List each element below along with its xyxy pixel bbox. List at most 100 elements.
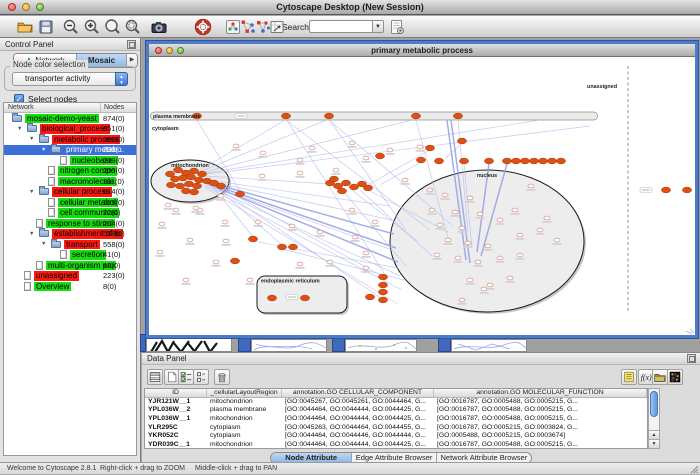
network-node[interactable] <box>517 233 523 237</box>
table-cell[interactable]: [GO:0044464, GO:0044444, GO:0044425, G..… <box>282 441 434 449</box>
network-node[interactable] <box>538 158 547 164</box>
network-node[interactable] <box>425 145 434 151</box>
network-node[interactable] <box>248 236 257 242</box>
table-cell[interactable]: [GO:0016787, GO:0005488, GO:0005215, G..… <box>434 398 647 407</box>
float-panel-icon[interactable] <box>127 40 136 49</box>
network-tree-row[interactable]: cell communicat22(0) <box>4 208 136 219</box>
table-column-header[interactable]: ID <box>145 389 207 397</box>
network-node[interactable] <box>507 276 513 280</box>
network-node[interactable] <box>297 158 303 162</box>
network-node[interactable] <box>661 187 670 193</box>
network-tree-row[interactable]: macromolecule311(0) <box>4 176 136 187</box>
network-node[interactable] <box>512 208 518 212</box>
scroll-down-icon[interactable]: ▼ <box>649 439 659 448</box>
network-node[interactable] <box>230 258 239 264</box>
tree-row-label[interactable]: Overview <box>34 282 71 292</box>
network-node[interactable] <box>193 206 199 210</box>
table-cell[interactable]: YPL036W__2 <box>145 406 207 415</box>
scroll-up-icon[interactable]: ▲ <box>649 430 659 439</box>
network-node[interactable] <box>178 175 187 181</box>
network-node[interactable] <box>223 239 229 243</box>
network-tree-row[interactable]: cellular metabol209(0) <box>4 197 136 208</box>
network-node[interactable] <box>556 158 565 164</box>
network-node[interactable] <box>349 208 355 212</box>
network-node[interactable] <box>255 220 261 224</box>
network-node[interactable] <box>183 278 189 282</box>
network-node[interactable] <box>288 244 297 250</box>
network-node[interactable] <box>297 262 303 266</box>
table-cell[interactable]: [GO:0005488, GO:0005215, GO:0003674] <box>434 432 647 441</box>
network-tree-row[interactable]: mosaic-demo-yeast874(0) <box>4 113 136 124</box>
network-node[interactable] <box>427 188 433 192</box>
network-node[interactable] <box>378 289 387 295</box>
network-node[interactable] <box>259 174 265 178</box>
table-row[interactable]: YJR121W__1mitochondrion[GO:0045267, GO:0… <box>145 398 647 407</box>
table-cell[interactable]: [GO:0016787, GO:0005488, GO:0005215, G..… <box>434 441 647 449</box>
zoom-in-icon[interactable] <box>83 18 101 36</box>
network-node[interactable] <box>378 274 387 280</box>
network-node[interactable] <box>222 220 228 224</box>
network-node[interactable] <box>402 178 408 182</box>
network-tree-row[interactable]: nucleobase-209(0) <box>4 155 136 166</box>
network-node[interactable] <box>216 183 225 189</box>
network-node[interactable] <box>485 244 491 248</box>
table-column-header[interactable]: _cellularLayoutRegion <box>207 389 282 397</box>
network-node[interactable] <box>289 224 295 228</box>
network-tree-row[interactable]: ▼primary metabo209(... <box>4 145 136 156</box>
node-color-dropdown[interactable]: transporter activity ▲▼ <box>12 72 128 86</box>
search-input[interactable] <box>309 20 373 33</box>
network-node[interactable] <box>333 168 339 172</box>
network-node[interactable] <box>511 158 520 164</box>
table-cell[interactable]: mitochondrion <box>207 441 282 449</box>
network-node[interactable] <box>173 208 179 212</box>
network-node[interactable] <box>459 158 468 164</box>
network-node[interactable] <box>417 145 423 149</box>
network-node[interactable] <box>194 177 203 183</box>
table-cell[interactable]: YKR052C <box>145 432 207 441</box>
tree-row-label[interactable]: biological_process <box>40 124 110 134</box>
zoom-out-icon[interactable] <box>62 18 80 36</box>
network-tree-row[interactable]: unassigned223(0) <box>4 271 136 282</box>
network-node[interactable] <box>159 222 165 226</box>
network-node[interactable] <box>218 194 224 198</box>
network-node[interactable] <box>166 182 175 188</box>
network-tree-row[interactable]: ▼cellular process614(0) <box>4 187 136 198</box>
network-tree-row[interactable]: ▼establishment of lo558(0) <box>4 229 136 240</box>
help-icon[interactable] <box>194 18 212 36</box>
network-node[interactable] <box>445 238 451 242</box>
network-node[interactable] <box>300 295 309 301</box>
table-cell[interactable]: mitochondrion <box>207 415 282 424</box>
attribute-form-icon[interactable] <box>621 369 637 385</box>
table-row[interactable]: YKR052Ccytoplasm[GO:0044464, GO:0044446,… <box>145 432 647 441</box>
network-node[interactable] <box>337 188 346 194</box>
tree-column-network[interactable]: Network <box>4 103 101 112</box>
network-node[interactable] <box>437 223 443 227</box>
network-node[interactable] <box>682 187 691 193</box>
network-node[interactable] <box>327 260 333 264</box>
tree-expander-icon[interactable]: ▼ <box>28 136 39 142</box>
network-node[interactable] <box>452 210 458 214</box>
table-cell[interactable]: cytoplasm <box>207 424 282 433</box>
network-node[interactable] <box>502 158 511 164</box>
network-node[interactable] <box>487 283 493 287</box>
network-node[interactable] <box>429 208 435 212</box>
network-node[interactable] <box>520 158 529 164</box>
network-view-window[interactable]: primary metabolic process plasma membran… <box>146 41 698 338</box>
table-cell[interactable]: [GO:0044464, GO:0044444, GO:0044425, G..… <box>282 406 434 415</box>
network-node[interactable] <box>378 297 387 303</box>
network-node[interactable] <box>170 176 179 182</box>
network-node[interactable] <box>189 189 198 195</box>
network-node[interactable] <box>459 226 465 230</box>
tree-row-label[interactable]: unassigned <box>34 271 79 281</box>
network-node[interactable] <box>233 144 239 148</box>
table-cell[interactable]: mitochondrion <box>207 398 282 407</box>
tree-row-label[interactable]: secretion <box>70 250 106 260</box>
table-cell[interactable]: [GO:0016787, GO:0005488, GO:0005215, G..… <box>434 415 647 424</box>
network-node[interactable] <box>267 295 276 301</box>
network-node[interactable] <box>528 184 534 188</box>
network-tree-row[interactable]: ▼metabolic process280(0) <box>4 134 136 145</box>
network-node[interactable] <box>297 171 303 175</box>
background-window-overview[interactable] <box>146 338 232 352</box>
background-window-thumb[interactable] <box>345 339 417 352</box>
table-cell[interactable]: YDR039C__1 <box>145 441 207 449</box>
